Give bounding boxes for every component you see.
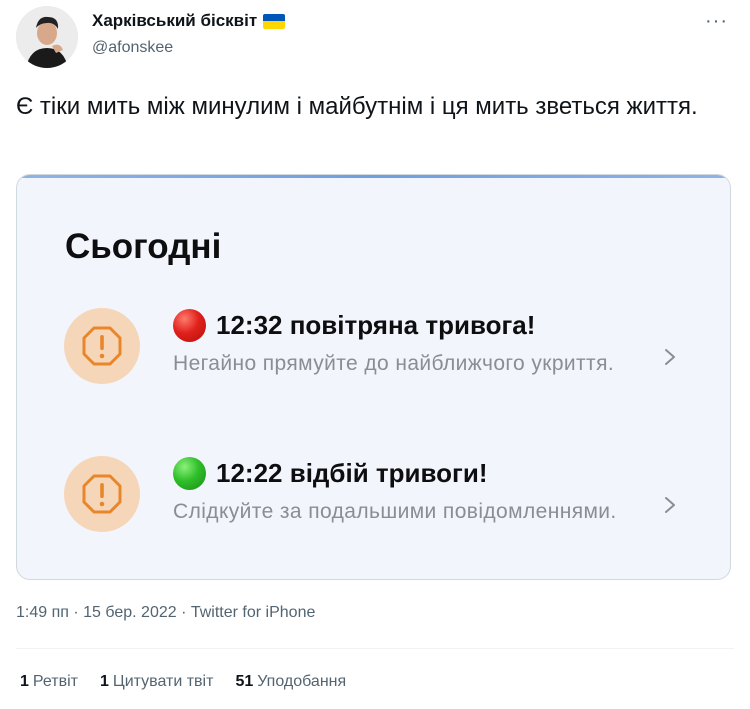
name-row: Харківський бісквіт: [92, 11, 286, 31]
retweets-count: 1: [20, 673, 29, 690]
chevron-right-icon[interactable]: [660, 495, 680, 515]
card-title: Сьогодні: [65, 227, 222, 266]
tweet-meta[interactable]: 1:49 пп · 15 бер. 2022 · Twitter for iPh…: [16, 604, 315, 622]
alert-item-air-raid[interactable]: 12:32 повітряна тривога! Негайно прямуйт…: [17, 303, 730, 423]
alert-description: Негайно прямуйте до найближчого укриття.: [173, 352, 615, 375]
alert-head: 12:32 повітряна тривога!: [173, 309, 535, 342]
display-name[interactable]: Харківський бісквіт: [92, 11, 257, 31]
tweet-text: Є тіки мить між минулим і майбутнім і ця…: [16, 93, 698, 120]
card-top-border: [17, 175, 730, 178]
avatar[interactable]: [16, 6, 78, 68]
retweets-stat[interactable]: 1 Ретвіт: [20, 673, 78, 691]
divider: [16, 648, 734, 649]
avatar-image: [16, 6, 78, 68]
attached-image-card[interactable]: Сьогодні 12:32 повітряна тривога! Негайн…: [16, 174, 731, 580]
tweet-stats: 1 Ретвіт 1 Цитувати твіт 51 Уподобання: [20, 673, 346, 691]
alert-item-all-clear[interactable]: 12:22 відбій тривоги! Слідкуйте за подал…: [17, 451, 730, 571]
alert-description: Слідкуйте за подальшими повідомленнями.: [173, 500, 617, 523]
quotes-label: Цитувати твіт: [112, 673, 214, 690]
green-circle-icon: [173, 457, 206, 490]
retweets-label: Ретвіт: [32, 673, 78, 690]
alert-head: 12:22 відбій тривоги!: [173, 457, 488, 490]
warning-icon: [64, 456, 140, 532]
tweet: Харківський бісквіт @afonskee ··· Є тіки…: [0, 0, 750, 709]
likes-label: Уподобання: [257, 673, 347, 690]
likes-stat[interactable]: 51 Уподобання: [235, 673, 346, 691]
red-circle-icon: [173, 309, 206, 342]
ukraine-flag-icon: [263, 13, 286, 29]
likes-count: 51: [235, 673, 254, 690]
alert-title: 12:32 повітряна тривога!: [216, 310, 536, 340]
user-handle[interactable]: @afonskee: [92, 39, 173, 57]
quotes-count: 1: [99, 673, 109, 690]
warning-icon: [64, 308, 140, 384]
chevron-right-icon[interactable]: [660, 347, 680, 367]
quotes-stat[interactable]: 1 Цитувати твіт: [100, 673, 213, 691]
alert-title: 12:22 відбій тривоги!: [216, 458, 488, 488]
more-options-icon[interactable]: ···: [705, 10, 728, 33]
